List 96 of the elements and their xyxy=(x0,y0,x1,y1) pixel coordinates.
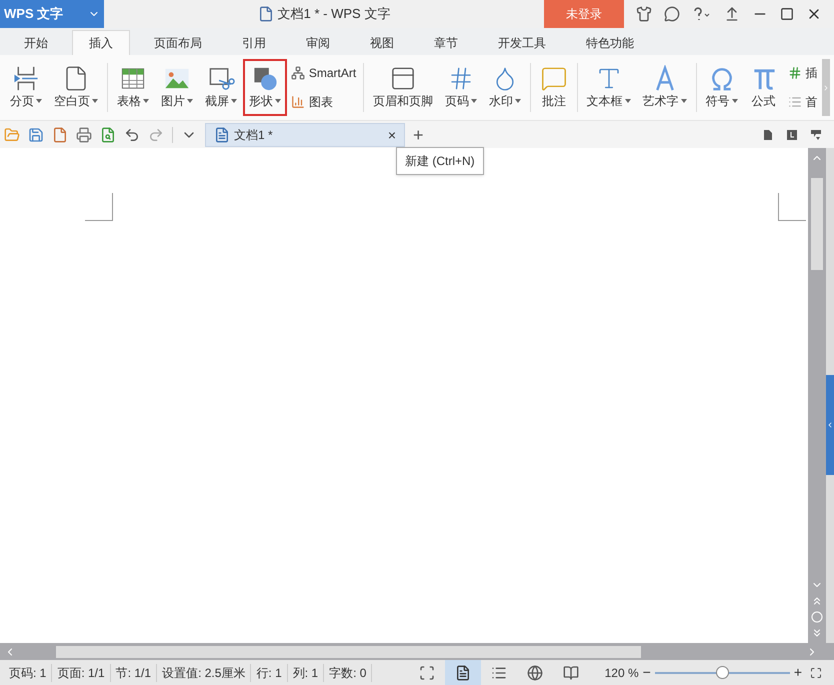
ribbon-tab[interactable]: 特色功能 xyxy=(570,30,650,55)
print-icon[interactable] xyxy=(76,126,92,142)
ribbon-button[interactable]: 分页 xyxy=(4,59,48,116)
caret-icon xyxy=(36,99,42,103)
ribbon-button[interactable]: 页码 xyxy=(439,59,484,116)
full-screen-icon xyxy=(418,664,435,680)
caret-icon xyxy=(142,99,149,103)
ribbon-small-button[interactable]: SmartArt xyxy=(290,64,356,82)
chat-icon[interactable] xyxy=(664,6,680,22)
print-preview-icon[interactable] xyxy=(100,126,116,142)
horizontal-scrollbar[interactable] xyxy=(0,643,834,660)
ribbon-button[interactable]: 公式 xyxy=(744,59,784,116)
status-text: 字数: 0 xyxy=(324,664,372,682)
ribbon-small-button[interactable]: 首 xyxy=(788,92,818,111)
ribbon-button[interactable]: 形状 xyxy=(242,59,287,116)
ribbon-button[interactable]: 页眉和页脚 xyxy=(367,59,440,116)
open-folder-icon[interactable] xyxy=(4,126,20,142)
tooltip: 新建 (Ctrl+N) xyxy=(396,147,484,175)
ribbon-tab[interactable]: 审阅 xyxy=(290,30,346,55)
ribbon-button[interactable]: 截屏 xyxy=(198,59,243,116)
ribbon-small-button[interactable]: 插 xyxy=(788,64,818,82)
window-title: 文档1 * - WPS 文字 xyxy=(278,5,390,24)
side-panel-toggle[interactable] xyxy=(826,375,834,475)
comment-icon xyxy=(540,65,568,92)
new-tab-button[interactable]: + xyxy=(413,126,424,144)
upload-icon[interactable] xyxy=(724,6,740,22)
chevron-left-icon xyxy=(826,421,834,429)
caret-icon xyxy=(732,99,738,103)
status-text: 页面: 1/1 xyxy=(52,664,111,682)
list-icon xyxy=(490,664,507,680)
zoom-slider[interactable] xyxy=(654,666,790,680)
help-icon[interactable] xyxy=(692,6,712,22)
caret-icon xyxy=(186,99,193,103)
zoom-out-button[interactable]: − xyxy=(642,662,651,683)
document-tab[interactable]: 文档1 * × xyxy=(205,122,405,146)
page-break-icon xyxy=(12,65,40,92)
zoom-slider-thumb[interactable] xyxy=(716,666,730,679)
number-icon xyxy=(788,66,802,80)
ribbon-tab[interactable]: 插入 xyxy=(72,30,130,55)
new-document-icon[interactable] xyxy=(52,126,68,142)
screenshot-icon xyxy=(206,65,235,92)
shirt-icon[interactable] xyxy=(636,6,652,22)
ribbon-button[interactable]: 文本框 xyxy=(580,59,637,116)
ribbon-button[interactable]: 表格 xyxy=(110,59,155,116)
smartart-icon xyxy=(290,66,305,80)
ribbon-tab[interactable]: 引用 xyxy=(226,30,282,55)
ribbon-button[interactable]: 图片 xyxy=(154,59,199,116)
status-text: 设置值: 2.5厘米 xyxy=(157,664,252,682)
globe-icon xyxy=(526,664,543,680)
zoom-in-button[interactable]: + xyxy=(794,662,802,683)
previous-page-icon[interactable] xyxy=(811,595,823,607)
ribbon-button[interactable]: 符号 xyxy=(700,59,744,116)
document-icon xyxy=(214,126,230,142)
ribbon-button[interactable]: 批注 xyxy=(534,59,574,116)
fit-window-icon[interactable] xyxy=(810,666,822,678)
caret-icon xyxy=(92,99,98,103)
next-page-icon[interactable] xyxy=(811,627,823,639)
caret-icon xyxy=(274,99,281,103)
maximize-icon[interactable] xyxy=(780,7,794,21)
caret-icon xyxy=(471,99,478,103)
chart-icon xyxy=(290,94,305,109)
page-icon xyxy=(454,664,471,680)
caret-icon xyxy=(230,99,237,103)
zoom-value: 120 % xyxy=(604,664,639,682)
vertical-scrollbar[interactable] xyxy=(808,148,826,643)
browse-object-icon[interactable] xyxy=(811,611,823,623)
app-menu-button[interactable]: WPS 文字 xyxy=(0,0,104,28)
document-icon xyxy=(258,6,274,22)
redo-icon[interactable] xyxy=(148,126,164,142)
status-text: 行: 1 xyxy=(251,664,288,682)
page-corner-mark xyxy=(778,193,806,221)
ribbon-tab[interactable]: 视图 xyxy=(354,30,410,55)
page-view-button[interactable] xyxy=(444,660,481,685)
status-text: 列: 1 xyxy=(288,664,324,682)
page-corner-mark xyxy=(85,193,113,221)
ribbon-tab[interactable]: 章节 xyxy=(418,30,474,55)
book-icon xyxy=(562,664,579,680)
document-tab-label: 文档1 * xyxy=(234,126,273,144)
ribbon-tab[interactable]: 页面布局 xyxy=(138,30,218,55)
caret-icon xyxy=(680,99,687,103)
panel-icon[interactable] xyxy=(810,128,822,140)
ribbon-tab[interactable]: 开发工具 xyxy=(482,30,562,55)
status-text: 节: 1/1 xyxy=(110,664,158,682)
caret-icon xyxy=(515,99,522,103)
ribbon-button[interactable]: 水印 xyxy=(483,59,528,116)
caret-icon xyxy=(624,99,631,103)
undo-icon[interactable] xyxy=(124,126,140,142)
status-text: 页码: 1 xyxy=(4,664,52,682)
ribbon-tab[interactable]: 开始 xyxy=(8,30,64,55)
drop-cap-icon xyxy=(788,94,802,109)
scrollbar-thumb[interactable] xyxy=(811,178,823,270)
save-icon[interactable] xyxy=(28,126,44,142)
close-tab-button[interactable]: × xyxy=(388,128,396,142)
ribbon-button[interactable]: 空白页 xyxy=(48,59,104,116)
ribbon-button[interactable]: 艺术字 xyxy=(636,59,693,116)
ribbon-small-button[interactable]: 图表 xyxy=(290,92,356,111)
